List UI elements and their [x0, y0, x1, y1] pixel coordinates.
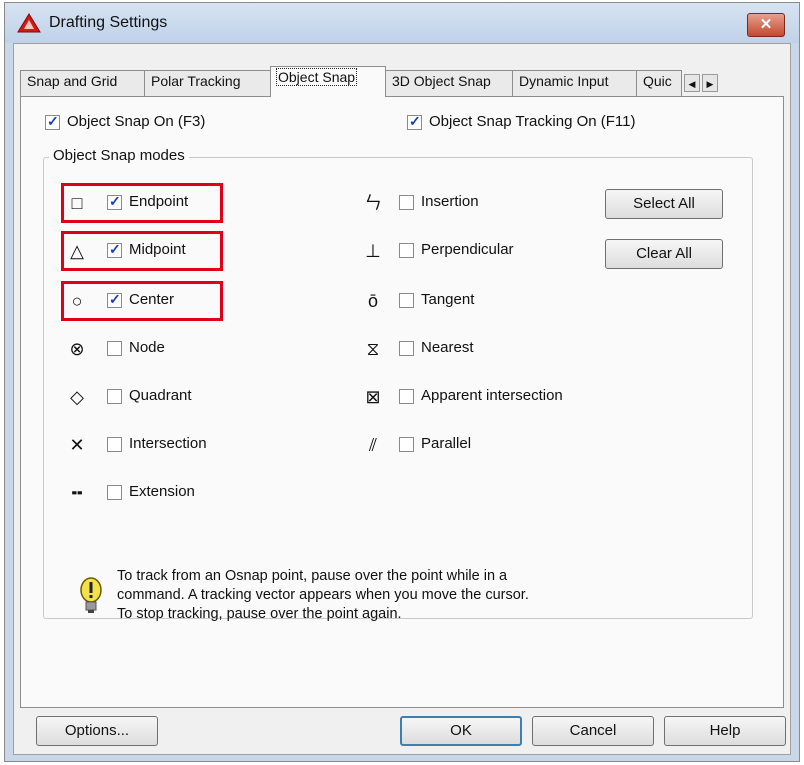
extension-symbol-icon: ╍: [71, 483, 83, 503]
perpendicular-checkbox[interactable]: [399, 243, 414, 258]
intersection-symbol-icon: ✕: [69, 435, 85, 455]
parallel-symbol-icon: ⫽: [368, 435, 378, 455]
quadrant-symbol-icon: ◇: [70, 387, 84, 407]
quadrant-label: Quadrant: [129, 387, 192, 404]
tip-line: To track from an Osnap point, pause over…: [117, 568, 508, 584]
tab-scroll-right-icon[interactable]: ▶: [702, 74, 718, 92]
center-symbol-icon: ○: [71, 291, 83, 311]
nearest-label: Nearest: [421, 339, 474, 356]
tab-scroll-left-icon[interactable]: ◀: [684, 74, 700, 92]
title-bar[interactable]: Drafting Settings ✕: [5, 3, 799, 43]
nearest-symbol-icon: ⧖: [366, 339, 380, 359]
node-label: Node: [129, 339, 165, 356]
select-all-button[interactable]: Select All: [605, 189, 723, 219]
dialog-client-area: Snap and Grid Polar Tracking Object Snap…: [13, 43, 791, 755]
endpoint-checkbox[interactable]: [107, 193, 122, 210]
intersection-checkbox[interactable]: [107, 437, 122, 452]
insertion-symbol-icon: ㄣ: [364, 193, 382, 213]
tab-quick-properties[interactable]: Quic: [636, 70, 682, 96]
close-button[interactable]: ✕: [747, 13, 785, 37]
parallel-checkbox[interactable]: [399, 437, 414, 452]
object-snap-tracking-checkbox[interactable]: [407, 113, 422, 130]
lightbulb-icon: [80, 577, 102, 613]
node-checkbox[interactable]: [107, 341, 122, 356]
nearest-checkbox[interactable]: [399, 341, 414, 356]
quadrant-checkbox[interactable]: [107, 389, 122, 404]
tab-3d-object-snap[interactable]: 3D Object Snap: [385, 70, 513, 96]
midpoint-label: Midpoint: [129, 241, 186, 258]
group-title: Object Snap modes: [49, 147, 189, 164]
tangent-symbol-icon: ō: [367, 291, 378, 311]
node-symbol-icon: ⊗: [69, 339, 85, 359]
tab-snap-and-grid[interactable]: Snap and Grid: [20, 70, 145, 96]
tip-line: command. A tracking vector appears when …: [117, 587, 529, 603]
insertion-label: Insertion: [421, 193, 479, 210]
apparent-intersection-symbol-icon: ⊠: [365, 387, 381, 407]
object-snap-on-checkbox[interactable]: [45, 113, 60, 130]
tab-object-snap[interactable]: Object Snap: [270, 66, 386, 97]
parallel-label: Parallel: [421, 435, 472, 452]
center-label: Center: [129, 291, 175, 308]
midpoint-symbol-icon: △: [70, 241, 84, 261]
insertion-checkbox[interactable]: [399, 195, 414, 210]
apparent-intersection-label: Apparent intersection: [421, 387, 563, 404]
intersection-label: Intersection: [129, 435, 207, 452]
extension-checkbox[interactable]: [107, 485, 122, 500]
clear-all-button[interactable]: Clear All: [605, 239, 723, 269]
tangent-label: Tangent: [421, 291, 475, 308]
perpendicular-label: Perpendicular: [421, 241, 514, 258]
help-button[interactable]: Help: [664, 716, 786, 746]
object-snap-on-label: Object Snap On (F3): [67, 113, 206, 130]
object-snap-tracking-label: Object Snap Tracking On (F11): [429, 113, 636, 130]
tip-text: To track from an Osnap point, pause over…: [117, 567, 677, 624]
options-button[interactable]: Options...: [36, 716, 158, 746]
autocad-app-icon: [17, 13, 41, 33]
cancel-button[interactable]: Cancel: [532, 716, 654, 746]
window-title: Drafting Settings: [49, 14, 168, 31]
apparent-intersection-checkbox[interactable]: [399, 389, 414, 404]
midpoint-checkbox[interactable]: [107, 241, 122, 258]
center-checkbox[interactable]: [107, 291, 122, 308]
tip-line: To stop tracking, pause over the point a…: [117, 606, 402, 622]
perpendicular-symbol-icon: ⊥: [365, 241, 381, 261]
tab-polar-tracking[interactable]: Polar Tracking: [144, 70, 271, 96]
endpoint-symbol-icon: □: [71, 193, 83, 213]
tab-dynamic-input[interactable]: Dynamic Input: [512, 70, 637, 96]
ok-button[interactable]: OK: [400, 716, 522, 746]
object-snap-panel: Object Snap On (F3) Object Snap Tracking…: [20, 96, 784, 708]
extension-label: Extension: [129, 483, 195, 500]
endpoint-label: Endpoint: [129, 193, 189, 210]
tangent-checkbox[interactable]: [399, 293, 414, 308]
drafting-settings-dialog: Drafting Settings ✕ Snap and Grid Polar …: [4, 2, 800, 762]
